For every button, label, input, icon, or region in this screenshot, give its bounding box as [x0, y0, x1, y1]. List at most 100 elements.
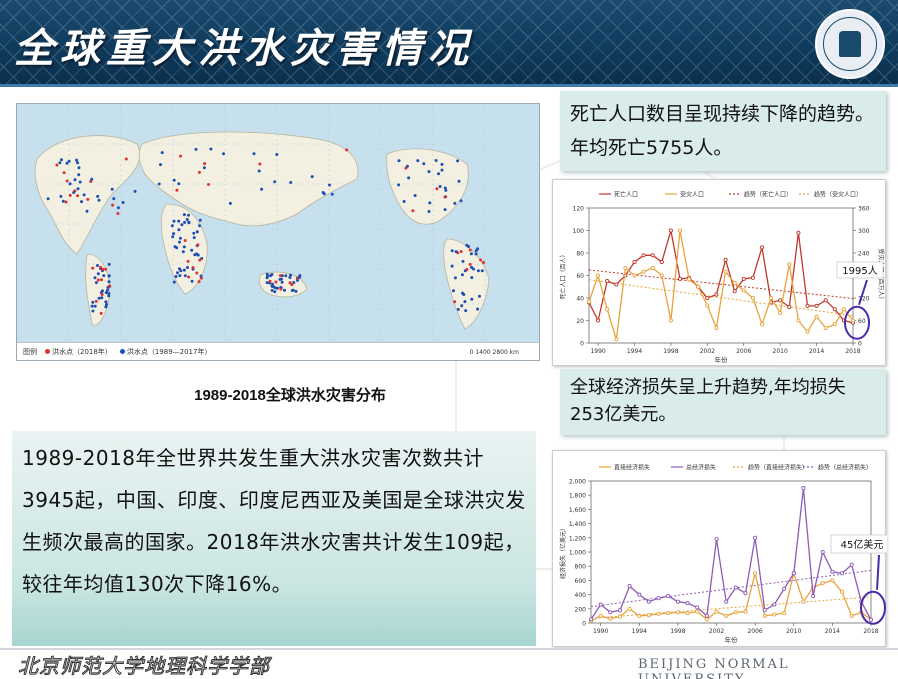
flood-point: [258, 162, 262, 166]
flood-point: [179, 269, 183, 273]
flood-point: [107, 274, 111, 278]
series-point-0: [646, 613, 651, 618]
flood-point: [93, 304, 97, 308]
flood-point: [187, 213, 190, 217]
series-point-0: [627, 606, 632, 611]
summary-text: 1989-2018年全世界共发生重大洪水灾害次数共计3945起，中国、印度、印度…: [22, 446, 526, 596]
series-point-0: [675, 610, 680, 615]
flood-point: [60, 158, 63, 162]
y-tick-label-left: 20: [576, 318, 584, 325]
flood-point: [104, 300, 108, 304]
series-point-1: [687, 277, 692, 282]
series-point-0: [704, 617, 709, 622]
series-point-1: [791, 571, 796, 576]
flood-point: [407, 176, 411, 180]
flood-point: [111, 203, 115, 207]
y-axis-label: 经济损失（亿美元）: [559, 525, 567, 579]
flood-point: [283, 288, 286, 292]
flood-point: [105, 288, 109, 292]
flood-point: [62, 171, 66, 175]
flood-point: [194, 147, 198, 151]
series-point-0: [796, 230, 801, 235]
flood-point: [278, 277, 282, 281]
flood-point: [175, 188, 179, 192]
flood-point: [472, 267, 475, 271]
flood-point: [284, 274, 288, 278]
deaths-summary-text: 死亡人口数目呈现持续下降的趋势。年均死亡5755人。: [570, 103, 875, 159]
series-point-1: [733, 585, 738, 590]
series-point-1: [849, 562, 854, 567]
flood-point: [172, 232, 176, 236]
flood-point: [107, 284, 111, 288]
flood-point: [207, 183, 210, 186]
series-point-1: [714, 325, 719, 331]
economic-loss-chart-canvas: 0 200 400 600 800 1,000 1,200 1,400 1,600 1,800 2,…: [559, 464, 887, 644]
series-point-1: [778, 310, 783, 316]
flood-point: [97, 296, 101, 300]
flood-point: [290, 289, 294, 292]
series-point-1: [823, 325, 828, 331]
flood-point: [468, 248, 472, 252]
flood-point: [209, 147, 213, 151]
series-point-1: [801, 486, 806, 491]
legend-title: 图例: [23, 347, 37, 356]
legend-label: 趋势（死亡人口）: [744, 191, 792, 199]
series-point-0: [753, 571, 758, 576]
y-tick-label-right: 240: [858, 251, 870, 258]
flood-point: [121, 201, 125, 204]
flood-point: [102, 274, 106, 278]
series-point-1: [623, 265, 628, 271]
flood-point: [260, 187, 264, 191]
series-point-0: [732, 289, 737, 294]
flood-point: [461, 291, 464, 295]
y-tick-label: 400: [575, 592, 587, 599]
flood-point: [440, 162, 444, 166]
flood-point: [289, 181, 293, 184]
flood-point: [186, 259, 190, 263]
flood-point: [172, 219, 176, 223]
flood-point: [160, 151, 164, 155]
series-point-0: [733, 610, 738, 615]
series-point-1: [769, 295, 774, 301]
flood-point: [330, 192, 334, 196]
flood-point: [124, 157, 128, 161]
map-legend: 图例 洪水点（2018年） 洪水点（1989—2017年） 0 1400 280…: [17, 342, 539, 360]
y-tick-label: 800: [575, 564, 587, 571]
flood-point: [275, 153, 279, 156]
flood-point: [96, 264, 99, 267]
series-point-0: [705, 295, 710, 301]
y-tick-label-right: 60: [858, 318, 866, 325]
y-tick-label-left: 120: [573, 206, 585, 213]
x-tick-label: 2006: [736, 348, 751, 355]
flood-point: [190, 248, 194, 252]
y-tick-label: 600: [575, 578, 587, 585]
series-point-1: [632, 273, 637, 278]
legend-item-label: 洪水点（2018年）: [52, 347, 112, 356]
title-banner: 全球重大洪水灾害情况: [0, 0, 898, 84]
flood-point: [428, 201, 432, 205]
series-point-0: [787, 304, 792, 310]
flood-point: [76, 161, 80, 165]
flood-point: [101, 289, 104, 293]
flood-point: [454, 250, 458, 254]
y-tick-label: 1,400: [569, 521, 586, 528]
series-point-1: [723, 269, 728, 274]
series-point-1: [832, 322, 837, 327]
slide-title: 全球重大洪水灾害情况: [14, 25, 474, 72]
flood-point: [203, 162, 207, 166]
series-point-0: [656, 611, 661, 616]
legend-item-2018: 洪水点（2018年）: [45, 347, 112, 357]
x-axis-label: 年份: [725, 635, 739, 644]
flood-point: [468, 262, 472, 266]
series-point-0: [823, 298, 828, 303]
legend-item-history: 洪水点（1989—2017年）: [119, 347, 211, 357]
legend-label: 趋势（直接经济损失）: [748, 464, 808, 472]
series-point-1: [762, 608, 767, 613]
flood-point: [55, 163, 59, 167]
flood-point: [157, 182, 161, 186]
y-tick-label: 1,800: [569, 493, 586, 500]
flood-point: [100, 296, 104, 300]
series-point-1: [705, 303, 710, 308]
flood-point: [68, 182, 72, 186]
annotation-label: 45亿美元: [841, 538, 884, 551]
